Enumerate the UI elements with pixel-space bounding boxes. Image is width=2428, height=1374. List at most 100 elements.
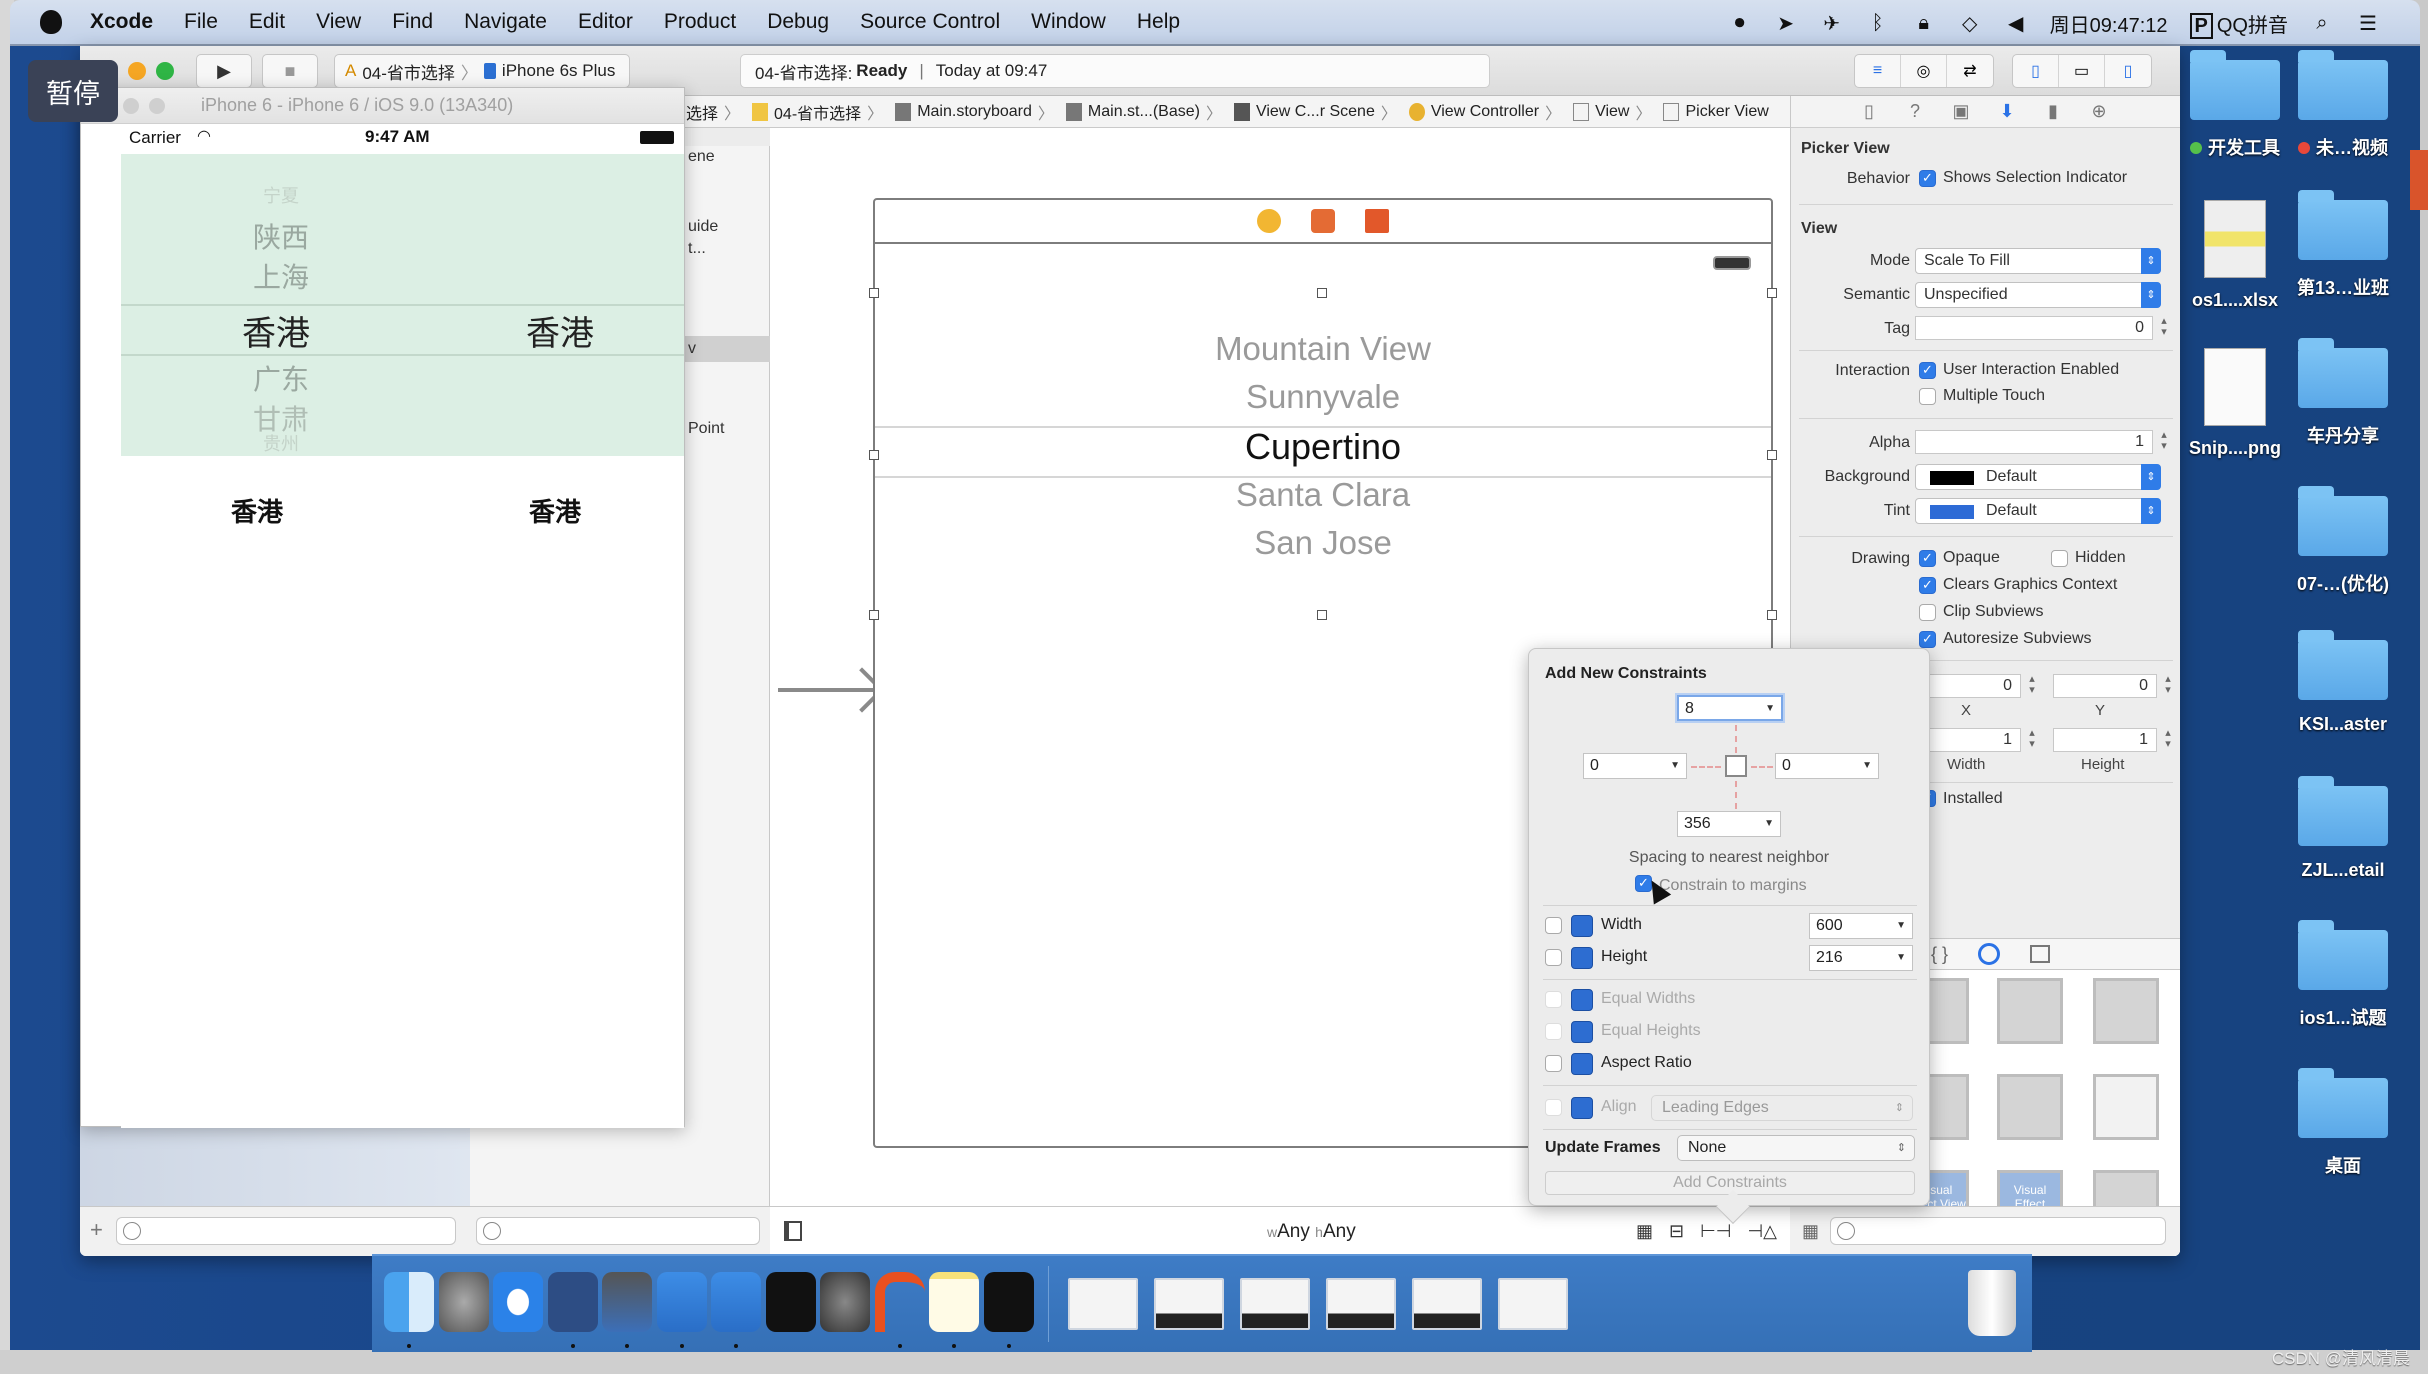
desktop-icon[interactable]: ZJL...etail [2288, 776, 2398, 881]
menu-editor[interactable]: Editor [578, 10, 633, 34]
stop-button[interactable]: ■ [262, 54, 318, 88]
dropdown-arrow-icon[interactable]: ▼ [1670, 754, 1680, 778]
autoresize-subviews-checkbox[interactable] [1919, 631, 1936, 648]
align-select[interactable]: Leading Edges ⇕ [1651, 1095, 1913, 1121]
dock-app-launchpad-icon[interactable] [438, 1272, 489, 1332]
file-inspector-icon[interactable]: ▯ [1859, 101, 1879, 122]
navigator-toggle-icon[interactable]: ▯ [2013, 55, 2059, 87]
province-city-picker[interactable]: 宁夏 陕西 上海 香港 香港 广东 甘肃 贵州 [121, 154, 684, 456]
library-item-collection-view[interactable] [1997, 978, 2063, 1044]
scheme-selector[interactable]: A 04-省市选择 〉 iPhone 6s Plus [334, 54, 630, 88]
align-checkbox[interactable] [1545, 1099, 1562, 1116]
clears-graphics-context-checkbox[interactable] [1919, 577, 1936, 594]
width-stepper[interactable]: ▴ ▾ [2025, 728, 2039, 752]
breadcrumb-item[interactable]: Main.st...(Base) 〉 [1060, 100, 1228, 124]
airplane-icon[interactable]: ✈ [1820, 12, 1844, 35]
desktop-icon[interactable]: ios1...试题 [2288, 920, 2398, 1030]
trailing-constraint-line[interactable] [1751, 766, 1773, 768]
zoom-button[interactable] [156, 62, 174, 80]
menu-source-control[interactable]: Source Control [860, 10, 1000, 34]
dock-minimized-window[interactable] [1240, 1278, 1310, 1330]
menu-find[interactable]: Find [392, 10, 433, 34]
desktop-icon[interactable]: 第13…业班 [2288, 190, 2398, 300]
lock-icon[interactable]: 🔒︎ [1912, 12, 1936, 34]
apple-menu-icon[interactable] [40, 10, 62, 34]
grid-view-icon[interactable]: ▦ [1802, 1221, 1819, 1242]
align-icon[interactable]: ⊟ [1669, 1221, 1684, 1242]
desktop-icon[interactable]: 开发工具 [2180, 50, 2290, 160]
version-editor-icon[interactable]: ⇄ [1947, 55, 1993, 87]
assistant-editor-icon[interactable]: ◎ [1901, 55, 1947, 87]
resolve-issues-icon[interactable]: ⊣△ [1747, 1221, 1777, 1242]
identity-inspector-icon[interactable]: ▣ [1951, 101, 1971, 122]
dock-app-notes-icon[interactable] [929, 1272, 979, 1332]
zoom-button[interactable] [149, 98, 165, 114]
hidden-checkbox[interactable] [2051, 550, 2068, 567]
height-constraint-field[interactable]: 216 ▼ [1809, 945, 1913, 971]
location-icon[interactable]: ➤ [1774, 12, 1798, 35]
breadcrumb-item[interactable]: Main.storyboard 〉 [889, 100, 1060, 124]
resize-handle[interactable] [1767, 610, 1777, 620]
outline-item[interactable]: Point [688, 420, 724, 438]
dock-minimized-window[interactable] [1068, 1278, 1138, 1330]
breadcrumb-item[interactable]: View 〉 [1567, 100, 1657, 124]
library-filter-input[interactable] [1830, 1217, 2166, 1245]
multiple-touch-checkbox[interactable] [1919, 388, 1936, 405]
library-item-collection-view-controller[interactable] [2093, 978, 2159, 1044]
library-item-date-picker[interactable] [2093, 1074, 2159, 1140]
user-interaction-enabled-checkbox[interactable] [1919, 362, 1936, 379]
resize-handle[interactable] [869, 288, 879, 298]
dock-app-console-icon[interactable] [983, 1272, 1034, 1332]
equal-heights-checkbox[interactable] [1545, 1023, 1562, 1040]
dock-app-finder-icon[interactable] [384, 1272, 434, 1332]
dock-app-photo-booth-icon[interactable] [602, 1272, 652, 1332]
outline-item[interactable]: t... [688, 240, 706, 258]
dock-minimized-window[interactable] [1498, 1278, 1568, 1330]
breadcrumb-item[interactable]: Picker View [1657, 102, 1774, 121]
size-class-control[interactable]: wAny hAny [1267, 1221, 1356, 1243]
dock-minimized-window[interactable] [1154, 1278, 1224, 1330]
top-constraint-line[interactable] [1735, 725, 1737, 753]
background-color-select[interactable]: Default ⇕ [1915, 464, 2161, 490]
dropdown-arrow-icon[interactable]: ▼ [1896, 914, 1906, 938]
add-icon[interactable]: + [90, 1217, 103, 1243]
stack-icon[interactable]: ▦ [1636, 1221, 1653, 1242]
pin-icon[interactable]: ⊢⊣ [1700, 1221, 1731, 1242]
width-constraint-checkbox[interactable] [1545, 917, 1562, 934]
tint-color-select[interactable]: Default ⇕ [1915, 498, 2161, 524]
trash-icon[interactable] [1968, 1270, 2016, 1336]
desktop-icon[interactable]: Snip....png [2180, 348, 2290, 459]
quick-help-icon[interactable]: ? [1905, 101, 1925, 122]
resize-handle[interactable] [1317, 610, 1327, 620]
outline-filter-input[interactable] [476, 1217, 760, 1245]
connections-inspector-icon[interactable]: ⊕ [2089, 101, 2109, 122]
dock-app-wps-icon[interactable] [874, 1272, 925, 1332]
width-constraint-field[interactable]: 600 ▼ [1809, 913, 1913, 939]
x-stepper[interactable]: ▴ ▾ [2025, 674, 2039, 698]
stretch-height-field[interactable]: 1 [2053, 728, 2157, 752]
show-outline-toggle-icon[interactable] [784, 1221, 802, 1241]
menu-app-name[interactable]: Xcode [90, 10, 153, 34]
menu-navigate[interactable]: Navigate [464, 10, 547, 34]
bluetooth-icon[interactable]: ᛒ [1866, 12, 1890, 34]
wifi-icon[interactable]: ◇ [1958, 12, 1982, 35]
menu-edit[interactable]: Edit [249, 10, 285, 34]
menu-debug[interactable]: Debug [767, 10, 829, 34]
navigator-filter-input[interactable] [116, 1217, 456, 1245]
notification-center-icon[interactable]: ☰ [2356, 12, 2380, 35]
opaque-checkbox[interactable] [1919, 550, 1936, 567]
leading-constraint-line[interactable] [1691, 766, 1721, 768]
view-controller-icon[interactable] [1257, 209, 1281, 233]
menu-window[interactable]: Window [1031, 10, 1106, 34]
run-button[interactable]: ▶ [196, 54, 252, 88]
outline-item[interactable]: ene [688, 148, 715, 166]
update-frames-select[interactable]: None ⇕ [1677, 1135, 1915, 1161]
debug-area-toggle-icon[interactable]: ▭ [2059, 55, 2105, 87]
alpha-field[interactable]: 1 [1915, 430, 2153, 454]
menu-product[interactable]: Product [664, 10, 736, 34]
minimize-button[interactable] [128, 62, 146, 80]
y-stepper[interactable]: ▴ ▾ [2161, 674, 2175, 698]
dropdown-arrow-icon[interactable]: ▼ [1765, 697, 1775, 721]
attributes-inspector-icon[interactable]: ⬇ [1997, 101, 2017, 122]
bottom-spacing-field[interactable]: 356 ▼ [1677, 811, 1781, 837]
